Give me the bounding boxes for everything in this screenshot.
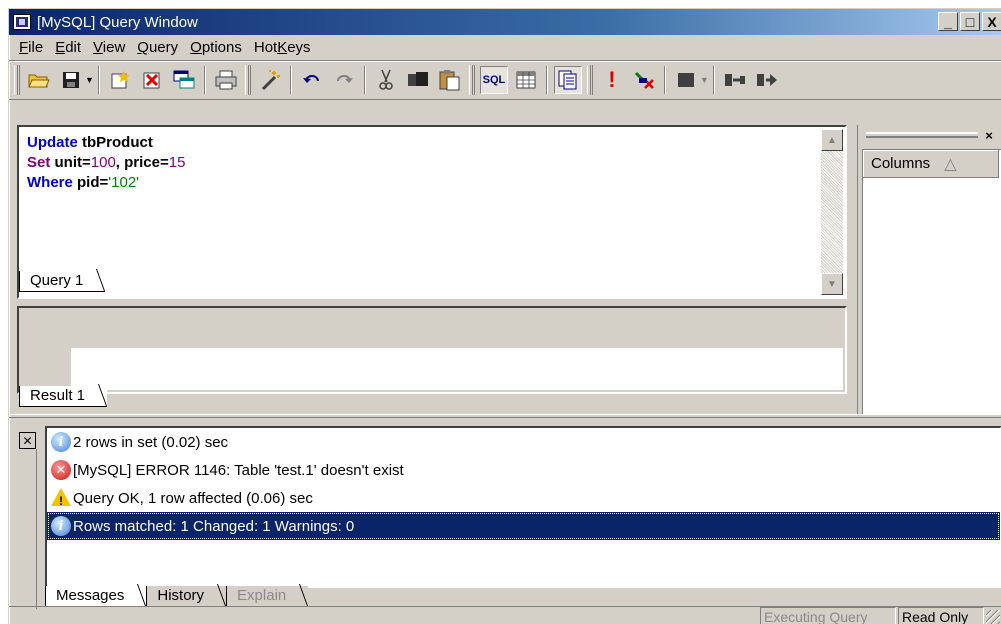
columns-panel: × Columns △: [857, 125, 1001, 415]
title-buttons: _ □ X: [938, 12, 1001, 31]
menu-query[interactable]: Query: [131, 39, 184, 56]
wizard-wand-icon[interactable]: [256, 66, 284, 94]
stop-square-icon[interactable]: [672, 66, 700, 94]
columns-list: Columns △: [862, 149, 1001, 415]
open-folder-icon[interactable]: [25, 66, 53, 94]
paste-icon[interactable]: [436, 66, 464, 94]
warning-icon: !: [51, 488, 71, 508]
list-item[interactable]: ✕ [MySQL] ERROR 1146: Table 'test.1' doe…: [47, 456, 1000, 484]
horizontal-splitter[interactable]: [9, 414, 1001, 418]
menu-view[interactable]: View: [87, 39, 131, 56]
status-read-only: Read Only: [898, 607, 984, 624]
query-editor-pane: Update tbProduct Set unit=100, price=15 …: [17, 125, 847, 299]
commit-icon[interactable]: [721, 66, 749, 94]
tab-messages[interactable]: Messages: [45, 586, 147, 607]
menu-edit[interactable]: Edit: [49, 39, 87, 56]
scroll-down-icon[interactable]: ▼: [821, 273, 843, 295]
toolbar: ▼ SQL ! ▼: [9, 60, 1001, 100]
copy-icon[interactable]: [404, 66, 432, 94]
stop-icon[interactable]: [630, 66, 658, 94]
maximize-button[interactable]: □: [960, 12, 980, 31]
close-button[interactable]: X: [982, 12, 1001, 31]
columns-header[interactable]: Columns △: [863, 150, 999, 178]
window-title: [MySQL] Query Window: [37, 13, 198, 31]
print-icon[interactable]: [212, 66, 240, 94]
menu-bar: File Edit View Query Options HotKeys: [9, 35, 1001, 60]
window-icon[interactable]: [170, 66, 198, 94]
title-bar[interactable]: [MySQL] Query Window _ □ X: [9, 9, 1001, 35]
close-icon[interactable]: ✕: [19, 432, 36, 449]
grid-icon[interactable]: [512, 66, 540, 94]
execute-icon[interactable]: !: [598, 66, 626, 94]
info-icon: i: [51, 432, 71, 452]
message-tabs: Messages History Explain: [45, 586, 309, 607]
result-pane: [17, 306, 847, 394]
cut-icon[interactable]: [372, 66, 400, 94]
save-dropdown-icon[interactable]: ▼: [85, 75, 94, 85]
menu-hotkeys[interactable]: HotKeys: [248, 39, 317, 56]
tab-explain[interactable]: Explain: [226, 586, 309, 607]
delete-query-icon[interactable]: [138, 66, 166, 94]
save-icon[interactable]: [57, 66, 85, 94]
toolbar-grip-4[interactable]: [586, 65, 593, 95]
close-icon[interactable]: ×: [980, 127, 998, 144]
info-icon: i: [51, 516, 71, 536]
scroll-up-icon[interactable]: ▲: [821, 129, 843, 151]
toolbar-grip-2[interactable]: [244, 65, 251, 95]
tab-result-1[interactable]: Result 1: [19, 386, 108, 407]
result-grid[interactable]: [71, 348, 843, 390]
sql-icon[interactable]: SQL: [479, 66, 508, 94]
undo-icon[interactable]: [298, 66, 326, 94]
redo-icon[interactable]: [330, 66, 358, 94]
rollback-icon[interactable]: [753, 66, 781, 94]
result-tabs: Result 1: [19, 386, 108, 407]
query-window: [MySQL] Query Window _ □ X File Edit Vie…: [8, 8, 1001, 624]
editor-vertical-scrollbar[interactable]: ▲ ▼: [821, 129, 843, 295]
minimize-button[interactable]: _: [938, 12, 958, 31]
tab-history[interactable]: History: [146, 586, 227, 607]
query-line-3: Where pid='102': [27, 174, 140, 191]
toolbar-grip[interactable]: [14, 65, 20, 95]
stop-dropdown-icon[interactable]: ▼: [700, 75, 709, 85]
list-item-selected[interactable]: i Rows matched: 1 Changed: 1 Warnings: 0: [47, 512, 1000, 540]
sql-editor[interactable]: Update tbProduct Set unit=100, price=15 …: [21, 129, 815, 295]
status-bar: Executing Query Read Only: [9, 606, 1001, 624]
tab-query-1[interactable]: Query 1: [19, 271, 106, 292]
status-executing: Executing Query: [760, 607, 896, 624]
list-item[interactable]: ! Query OK, 1 row affected (0.06) sec: [47, 484, 1000, 512]
sort-triangle-icon: △: [944, 155, 957, 173]
columns-panel-header[interactable]: ×: [858, 125, 1001, 147]
error-icon: ✕: [51, 460, 71, 480]
results-pane-icon[interactable]: [553, 66, 582, 94]
messages-list[interactable]: i 2 rows in set (0.02) sec ✕ [MySQL] ERR…: [45, 426, 1001, 588]
menu-options[interactable]: Options: [184, 39, 248, 56]
new-query-icon[interactable]: [106, 66, 134, 94]
app-icon[interactable]: [13, 14, 31, 30]
menu-file[interactable]: File: [13, 39, 49, 56]
toolbar-grip-3[interactable]: [468, 65, 475, 95]
query-line-2: Set unit=100, price=15: [27, 154, 186, 171]
resize-grip-icon[interactable]: [986, 610, 1000, 624]
query-line-1: Update tbProduct: [27, 134, 153, 151]
list-item[interactable]: i 2 rows in set (0.02) sec: [47, 428, 1000, 456]
query-tabs: Query 1: [19, 271, 106, 292]
